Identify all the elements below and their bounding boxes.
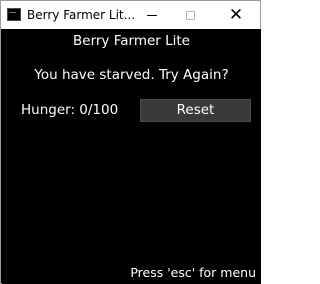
game-area: Berry Farmer Lite You have starved. Try … xyxy=(2,29,261,284)
app-window: Berry Farmer Lit... ✕ Berry Farmer Lite … xyxy=(0,0,261,284)
app-icon xyxy=(7,8,21,21)
reset-button[interactable]: Reset xyxy=(140,99,251,122)
minimize-icon xyxy=(147,14,157,16)
menu-hint: Press 'esc' for menu xyxy=(130,265,256,280)
maximize-icon xyxy=(185,10,195,20)
title-bar[interactable]: Berry Farmer Lit... ✕ xyxy=(1,1,260,29)
starved-message: You have starved. Try Again? xyxy=(34,67,229,83)
window-title: Berry Farmer Lit... xyxy=(27,8,136,22)
maximize-button[interactable] xyxy=(173,1,207,29)
close-button[interactable]: ✕ xyxy=(219,1,253,29)
hunger-readout: Hunger: 0/100 xyxy=(21,102,119,118)
game-title: Berry Farmer Lite xyxy=(73,33,190,49)
minimize-button[interactable] xyxy=(135,1,169,29)
close-icon: ✕ xyxy=(228,4,244,25)
